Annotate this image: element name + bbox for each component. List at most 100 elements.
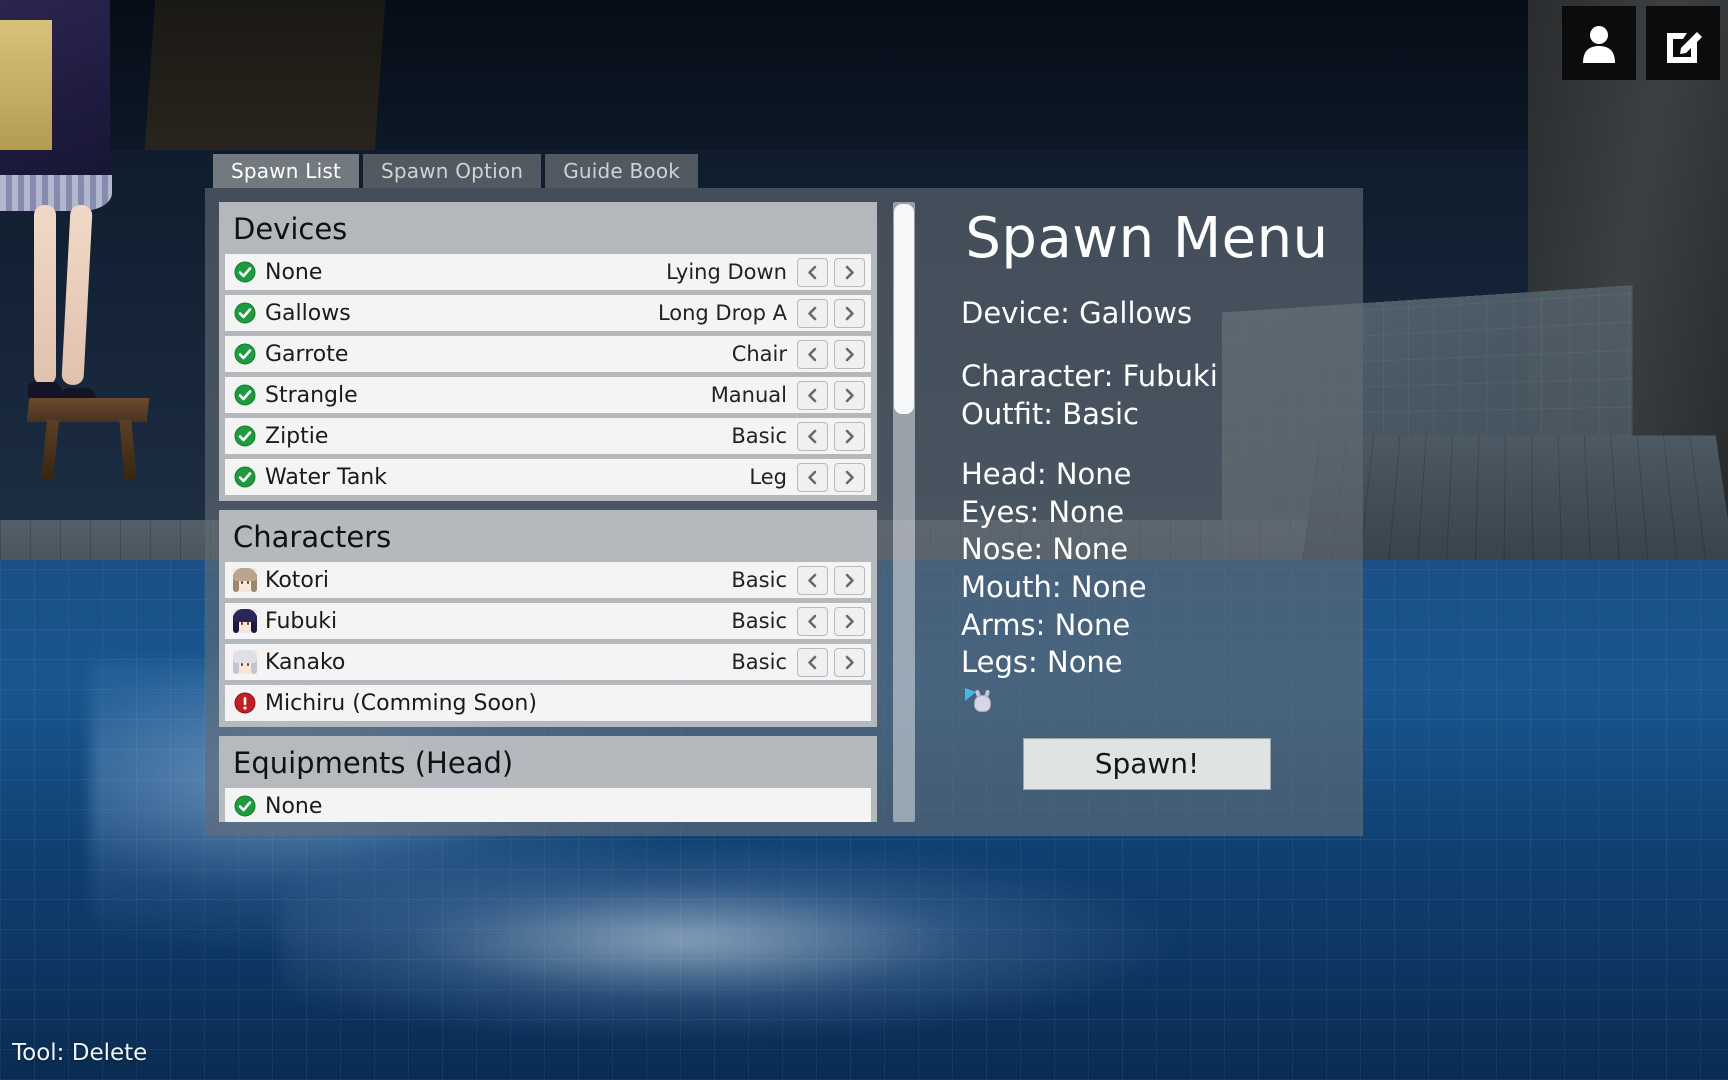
list-item-label: Gallows [265, 300, 351, 326]
list-item-value: Manual [710, 383, 787, 407]
list-item-label: None [265, 793, 323, 819]
list-item[interactable]: Fubuki Basic [225, 603, 871, 639]
spawn-info-panel: Spawn Menu Device: Gallows Character: Fu… [915, 188, 1363, 836]
avatar [233, 609, 257, 633]
next-value-button[interactable] [834, 606, 865, 636]
list-item-label: Kanako [265, 649, 346, 675]
next-value-button[interactable] [834, 257, 865, 287]
next-value-button[interactable] [834, 647, 865, 677]
list-item[interactable]: Garrote Chair [225, 336, 871, 372]
list-item-label: Kotori [265, 567, 330, 593]
list-scrollbar[interactable] [893, 202, 915, 822]
avatar-kanako-icon [233, 650, 257, 674]
list-item[interactable]: Water Tank Leg [225, 459, 871, 495]
list-group: Characters Kotori Basic Fubuki Basic Kanako Ba… [219, 510, 877, 727]
value-stepper [797, 339, 865, 369]
previous-value-button[interactable] [797, 257, 828, 287]
previous-value-button[interactable] [797, 606, 828, 636]
avatar-eye-left [241, 581, 243, 584]
next-value-button[interactable] [834, 421, 865, 451]
next-value-button[interactable] [834, 339, 865, 369]
tool-status-text: Tool: Delete [12, 1040, 148, 1066]
next-value-button[interactable] [834, 565, 865, 595]
list-item[interactable]: Kanako Basic [225, 644, 871, 680]
edit-button[interactable] [1646, 6, 1720, 80]
top-right-icon-bar [1562, 6, 1720, 80]
list-item[interactable]: Michiru (Comming Soon) [225, 685, 871, 721]
list-item-value: Long Drop A [657, 301, 787, 325]
list-item-label: Strangle [265, 382, 358, 408]
value-stepper [797, 421, 865, 451]
list-item-label: Water Tank [265, 464, 387, 490]
next-value-button[interactable] [834, 462, 865, 492]
tab-guide-book[interactable]: Guide Book [545, 154, 699, 188]
next-value-button[interactable] [834, 298, 865, 328]
previous-value-button[interactable] [797, 421, 828, 451]
red-warning-icon [233, 691, 257, 715]
character-preview-thumbnail-icon [965, 687, 993, 714]
value-stepper [797, 647, 865, 677]
list-item-value: Leg [749, 465, 787, 489]
avatar-hair-top [233, 609, 257, 622]
list-group-title: Devices [233, 212, 348, 246]
avatar-eye-left [241, 663, 243, 666]
info-mouth: Mouth: None [961, 569, 1147, 604]
list-group-title: Characters [233, 520, 392, 554]
spawn-list-scroll-area[interactable]: Devices None Lying Down Gallows Long Drop AG… [219, 202, 879, 822]
person-icon [1577, 21, 1621, 65]
profile-button[interactable] [1562, 6, 1636, 80]
list-item[interactable]: Gallows Long Drop A [225, 295, 871, 331]
previous-value-button[interactable] [797, 380, 828, 410]
list-item-label: Garrote [265, 341, 349, 367]
list-group-title: Equipments (Head) [233, 746, 514, 780]
avatar-hair-top [233, 568, 257, 581]
green-check-icon [233, 794, 257, 818]
list-scrollbar-thumb[interactable] [894, 204, 914, 414]
previous-value-button[interactable] [797, 462, 828, 492]
avatar [233, 650, 257, 674]
avatar-eye-right [247, 663, 249, 666]
list-item-value: Basic [731, 568, 787, 592]
green-check-icon [233, 260, 257, 284]
spawn-button[interactable]: Spawn! [1023, 737, 1271, 790]
next-value-button[interactable] [834, 380, 865, 410]
value-stepper [797, 298, 865, 328]
avatar-fubuki-icon [233, 609, 257, 633]
previous-value-button[interactable] [797, 298, 828, 328]
character-lace-trim [0, 175, 112, 211]
value-stepper [797, 462, 865, 492]
list-item[interactable]: Kotori Basic [225, 562, 871, 598]
previous-value-button[interactable] [797, 565, 828, 595]
tab-spawn-list[interactable]: Spawn List [213, 154, 359, 188]
pool-surface-glare [280, 840, 1180, 1040]
avatar-eye-right [247, 581, 249, 584]
list-item-value: Basic [731, 424, 787, 448]
value-stepper [797, 257, 865, 287]
wooden-stool [26, 398, 150, 422]
tab-spawn-option[interactable]: Spawn Option [363, 154, 542, 188]
info-eyes: Eyes: None [961, 494, 1125, 529]
green-check-icon [233, 342, 257, 366]
avatar-eye-left [241, 622, 243, 625]
info-character: Character: Fubuki [961, 359, 1218, 394]
avatar-hair-top [233, 650, 257, 663]
green-check-icon [233, 301, 257, 325]
list-item-label: Fubuki [265, 608, 338, 634]
list-group: Equipments (Head) None [219, 736, 877, 822]
info-head: Head: None [961, 456, 1132, 491]
value-stepper [797, 380, 865, 410]
info-arms: Arms: None [961, 607, 1131, 642]
list-item-value: Chair [731, 342, 787, 366]
tab-bar: Spawn List Spawn Option Guide Book [213, 154, 699, 188]
list-item-label: Michiru (Comming Soon) [265, 690, 537, 716]
list-item[interactable]: None Lying Down [225, 254, 871, 290]
previous-value-button[interactable] [797, 647, 828, 677]
list-item[interactable]: None [225, 788, 871, 822]
list-item[interactable]: Ziptie Basic [225, 418, 871, 454]
previous-value-button[interactable] [797, 339, 828, 369]
list-item[interactable]: Strangle Manual [225, 377, 871, 413]
character-leg-left [34, 205, 56, 385]
page-title: Spawn Menu [965, 206, 1329, 271]
value-stepper [797, 565, 865, 595]
